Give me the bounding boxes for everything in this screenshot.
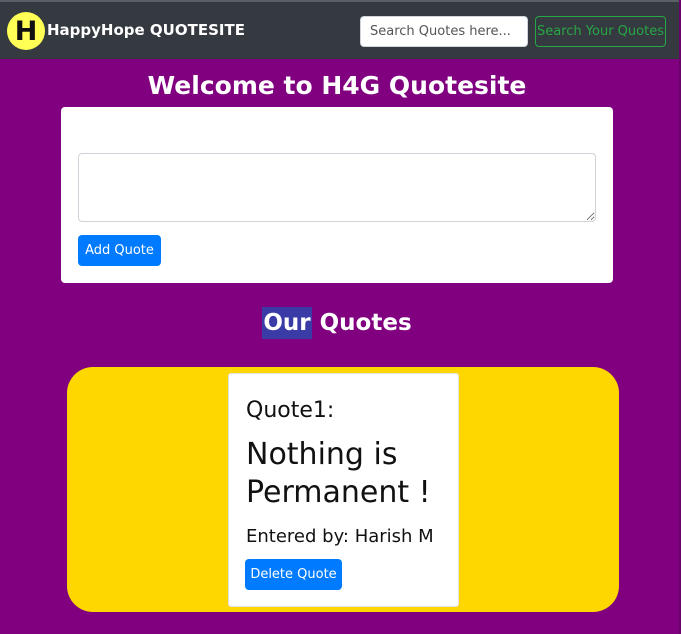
section-title: Our Quotes	[0, 307, 674, 339]
navbar: H HappyHope QUOTESITE Search Your Quotes	[0, 0, 681, 59]
logo-icon[interactable]: H	[7, 12, 45, 50]
brand-name[interactable]: HappyHope QUOTESITE	[47, 21, 245, 39]
quote-textarea[interactable]	[78, 153, 596, 222]
search-input[interactable]	[360, 16, 528, 47]
section-title-rest: Quotes	[311, 310, 412, 336]
quote-text: Nothing is Permanent !	[246, 437, 431, 510]
section-title-highlight: Our	[262, 307, 312, 339]
quotes-container: Quote1: Nothing is Permanent ! Entered b…	[67, 367, 619, 612]
page-title: Welcome to H4G Quotesite	[147, 71, 527, 100]
add-quote-button[interactable]: Add Quote	[78, 235, 161, 266]
search-button[interactable]: Search Your Quotes	[535, 16, 666, 47]
quote-heading: Quote1:	[246, 398, 335, 423]
add-quote-form: Add Quote	[61, 107, 613, 283]
quote-author: Entered by: Harish M	[246, 526, 434, 547]
quote-card: Quote1: Nothing is Permanent ! Entered b…	[228, 373, 459, 607]
delete-quote-button[interactable]: Delete Quote	[245, 559, 342, 590]
